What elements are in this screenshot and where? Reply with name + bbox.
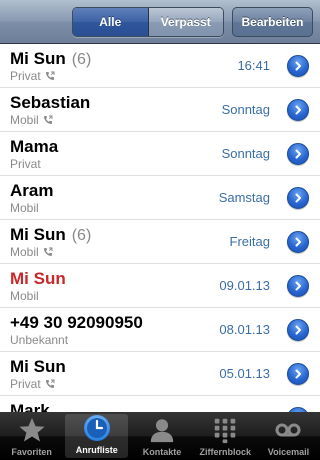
call-row[interactable]: Mark bbox=[0, 396, 320, 412]
caller-name: Mi Sun bbox=[10, 269, 66, 289]
star-icon bbox=[17, 415, 47, 445]
number-type: Mobil bbox=[10, 201, 39, 215]
caller-name: Mi Sun (6) bbox=[10, 225, 91, 245]
clock-icon bbox=[82, 413, 112, 443]
caller-name-text: Mi Sun bbox=[10, 269, 66, 288]
keypad-icon bbox=[210, 415, 240, 445]
detail-disclosure-icon[interactable] bbox=[287, 55, 309, 77]
caller-name-text: Mama bbox=[10, 137, 59, 156]
number-type: Mobil bbox=[10, 113, 53, 127]
outgoing-call-icon bbox=[45, 379, 55, 388]
tab-label: Ziffernblock bbox=[199, 447, 251, 457]
caller-name: Aram bbox=[10, 181, 53, 201]
navigation-bar: Alle Verpasst Bearbeiten bbox=[0, 0, 320, 44]
call-row[interactable]: Mama Privat Sonntag bbox=[0, 132, 320, 176]
caller-name: +49 30 92090950 bbox=[10, 313, 143, 333]
caller-name-text: Aram bbox=[10, 181, 54, 200]
number-type: Mobil bbox=[10, 289, 39, 303]
caller-name-text: +49 30 92090950 bbox=[10, 313, 143, 332]
call-count: (6) bbox=[71, 227, 92, 244]
caller-name-text: Sebastian bbox=[10, 93, 91, 112]
call-row[interactable]: +49 30 92090950 Unbekannt 08.01.13 bbox=[0, 308, 320, 352]
tab-voicemail[interactable]: Voicemail bbox=[257, 412, 320, 460]
tab-label: Favoriten bbox=[11, 447, 52, 457]
tab-keypad[interactable]: Ziffernblock bbox=[194, 412, 257, 460]
number-type-label: Privat bbox=[10, 69, 41, 83]
number-type: Privat bbox=[10, 157, 41, 171]
caller-name-text: Mi Sun bbox=[10, 357, 66, 376]
number-type-label: Mobil bbox=[10, 201, 39, 215]
edit-button[interactable]: Bearbeiten bbox=[232, 7, 313, 37]
detail-disclosure-icon[interactable] bbox=[287, 363, 309, 385]
number-type-label: Privat bbox=[10, 377, 41, 391]
tab-star[interactable]: Favoriten bbox=[0, 412, 63, 460]
caller-name: Mi Sun bbox=[10, 357, 66, 377]
call-time: Sonntag bbox=[221, 146, 270, 161]
caller-name: Mi Sun (6) bbox=[10, 49, 91, 69]
call-time: Freitag bbox=[229, 234, 270, 249]
detail-disclosure-icon[interactable] bbox=[287, 187, 309, 209]
call-time: Samstag bbox=[218, 190, 270, 205]
segment-all[interactable]: Alle bbox=[73, 8, 149, 36]
number-type-label: Unbekannt bbox=[10, 333, 69, 347]
number-type: Privat bbox=[10, 377, 55, 391]
detail-disclosure-icon[interactable] bbox=[287, 319, 309, 341]
call-time: 16:41 bbox=[237, 58, 270, 73]
caller-name: Mama bbox=[10, 137, 58, 157]
outgoing-call-icon bbox=[43, 247, 53, 256]
call-row[interactable]: Mi Sun (6) Mobil Freitag bbox=[0, 220, 320, 264]
caller-name-text: Mark bbox=[10, 401, 50, 412]
detail-disclosure-icon[interactable] bbox=[287, 99, 309, 121]
detail-disclosure-icon[interactable] bbox=[287, 275, 309, 297]
call-row[interactable]: Aram Mobil Samstag bbox=[0, 176, 320, 220]
detail-disclosure-icon[interactable] bbox=[287, 231, 309, 253]
call-count: (6) bbox=[71, 51, 92, 68]
contacts-icon bbox=[147, 415, 177, 445]
tab-bar: Favoriten Anrufliste Kontakte Ziffernblock V… bbox=[0, 412, 320, 460]
call-time: 08.01.13 bbox=[219, 322, 270, 337]
call-row[interactable]: Mi Sun (6) Privat 16:41 bbox=[0, 44, 320, 88]
call-time: 05.01.13 bbox=[219, 366, 270, 381]
number-type: Mobil bbox=[10, 245, 53, 259]
outgoing-call-icon bbox=[43, 115, 53, 124]
number-type-label: Mobil bbox=[10, 245, 39, 259]
caller-name-text: Mi Sun bbox=[10, 225, 66, 244]
caller-name-text: Mi Sun bbox=[10, 49, 66, 68]
call-row[interactable]: Mi Sun Mobil 09.01.13 bbox=[0, 264, 320, 308]
call-row[interactable]: Sebastian Mobil Sonntag bbox=[0, 88, 320, 132]
call-filter-segmented-control: Alle Verpasst bbox=[72, 7, 224, 37]
number-type: Privat bbox=[10, 69, 55, 83]
call-time: 09.01.13 bbox=[219, 278, 270, 293]
tab-label: Kontakte bbox=[142, 447, 182, 457]
tab-clock[interactable]: Anrufliste bbox=[65, 413, 129, 458]
number-type-label: Mobil bbox=[10, 113, 39, 127]
detail-disclosure-icon[interactable] bbox=[287, 143, 309, 165]
tab-label: Voicemail bbox=[267, 447, 310, 457]
voicemail-icon bbox=[273, 415, 303, 445]
outgoing-call-icon bbox=[45, 71, 55, 80]
segment-missed[interactable]: Verpasst bbox=[148, 8, 223, 36]
number-type-label: Privat bbox=[10, 157, 41, 171]
caller-name: Mark bbox=[10, 401, 50, 412]
number-type-label: Mobil bbox=[10, 289, 39, 303]
caller-name: Sebastian bbox=[10, 93, 90, 113]
call-time: Sonntag bbox=[221, 102, 270, 117]
number-type: Unbekannt bbox=[10, 333, 68, 347]
tab-label: Anrufliste bbox=[75, 445, 118, 455]
recent-calls-list[interactable]: Mi Sun (6) Privat 16:41 Sebastian Mobil Sonnta… bbox=[0, 44, 320, 412]
call-row[interactable]: Mi Sun Privat 05.01.13 bbox=[0, 352, 320, 396]
tab-contacts[interactable]: Kontakte bbox=[130, 412, 193, 460]
